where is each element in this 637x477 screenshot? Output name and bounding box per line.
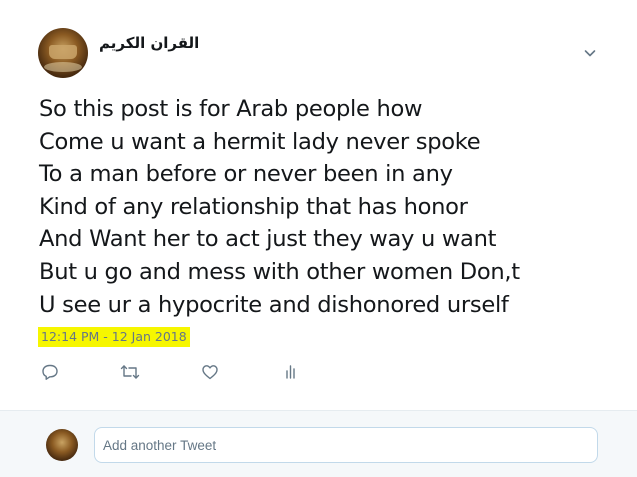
- user-avatar[interactable]: [46, 429, 78, 461]
- tweet-text-line: But u go and mess with other women Don,t: [39, 258, 520, 285]
- heart-icon[interactable]: [200, 362, 220, 382]
- tweet-text-line: Kind of any relationship that has honor: [39, 193, 468, 220]
- avatar-book-shape: [49, 45, 77, 59]
- retweet-icon[interactable]: [119, 362, 140, 382]
- chevron-down-icon[interactable]: [582, 45, 598, 61]
- analytics-icon[interactable]: [282, 362, 302, 382]
- reply-icon[interactable]: [40, 362, 60, 382]
- tweet-text-line: To a man before or never been in any: [39, 161, 453, 188]
- tweet-text-line: So this post is for Arab people how: [39, 96, 423, 122]
- tweet-text-line: Come u want a hermit lady never spoke: [39, 128, 481, 155]
- tweet-timestamp[interactable]: 12:14 PM - 12 Jan 2018: [38, 327, 190, 347]
- avatar-base-shape: [44, 62, 82, 72]
- tweet-card: القران الكريم So this post is for Arab p…: [0, 0, 637, 410]
- add-tweet-input[interactable]: [94, 427, 598, 463]
- tweet-text: So this post is for Arab people how Come…: [39, 93, 619, 321]
- reply-composer: [0, 410, 637, 477]
- author-name[interactable]: القران الكريم: [99, 34, 199, 52]
- tweet-text-line: U see ur a hypocrite and dishonored urse…: [39, 291, 509, 318]
- tweet-text-line: And Want her to act just they way u want: [39, 226, 497, 253]
- author-avatar[interactable]: [38, 28, 88, 78]
